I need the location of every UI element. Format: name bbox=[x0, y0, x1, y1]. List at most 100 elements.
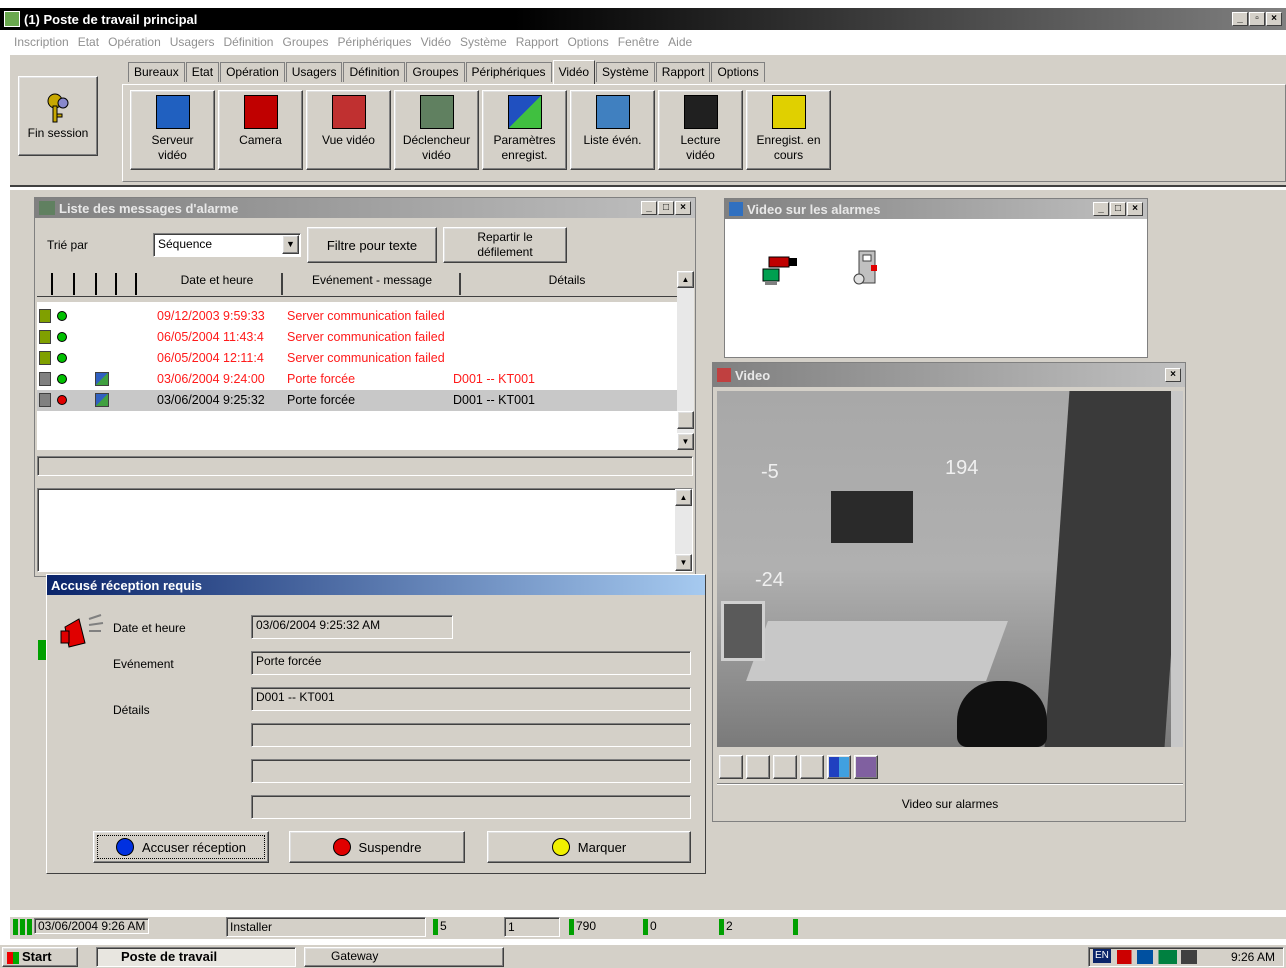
tab-5[interactable]: Groupes bbox=[406, 62, 465, 82]
layout-1-icon[interactable] bbox=[719, 755, 743, 779]
task-poste-de-travail[interactable]: Poste de travail bbox=[96, 947, 296, 967]
table-row[interactable]: 06/05/2004 11:43:4 Server communication f… bbox=[37, 327, 677, 348]
tab-8[interactable]: Système bbox=[596, 62, 655, 82]
column-header-details[interactable]: Détails bbox=[467, 273, 667, 287]
alarm-list-scrollbar[interactable]: ▲ ▼ bbox=[677, 271, 694, 450]
tab-6[interactable]: Périphériques bbox=[465, 62, 552, 82]
menu-item[interactable]: Opération bbox=[108, 35, 161, 49]
menu-item[interactable]: Rapport bbox=[516, 35, 559, 49]
menu-item[interactable]: Options bbox=[567, 35, 608, 49]
sort-select[interactable]: Séquence ▼ bbox=[153, 233, 301, 257]
toolbar-button-5[interactable]: Liste évén. bbox=[570, 90, 655, 170]
video-window-icon bbox=[717, 368, 731, 382]
tab-0[interactable]: Bureaux bbox=[128, 62, 185, 82]
table-row[interactable]: 06/05/2004 12:11:4 Server communication f… bbox=[37, 348, 677, 369]
layout-4-icon[interactable] bbox=[746, 755, 770, 779]
tab-10[interactable]: Options bbox=[711, 62, 765, 82]
alarm-list-minimize-button[interactable]: _ bbox=[641, 201, 657, 215]
person-icon[interactable] bbox=[854, 755, 878, 779]
menu-item[interactable]: Groupes bbox=[282, 35, 328, 49]
notes-scroll-down[interactable]: ▼ bbox=[675, 554, 692, 571]
column-header-datetime[interactable]: Date et heure bbox=[153, 273, 283, 295]
alarm-list-icon bbox=[39, 201, 55, 215]
video-scrollbar[interactable] bbox=[1171, 391, 1183, 747]
suspend-label: Suspendre bbox=[358, 839, 422, 855]
mark-label: Marquer bbox=[577, 839, 627, 855]
toolbar-label: Vue vidéo bbox=[322, 133, 375, 147]
alarm-list-close-button[interactable]: × bbox=[675, 201, 691, 215]
ack-date-value: 03/06/2004 9:25:32 AM bbox=[256, 618, 381, 632]
tab-2[interactable]: Opération bbox=[220, 62, 285, 82]
mark-button[interactable]: Marquer bbox=[487, 831, 691, 863]
suspend-button[interactable]: Suspendre bbox=[289, 831, 465, 863]
toolbar-button-1[interactable]: Camera bbox=[218, 90, 303, 170]
end-session-button[interactable]: Fin session bbox=[18, 76, 98, 156]
menu-item[interactable]: Système bbox=[460, 35, 507, 49]
ack-title-bar: Accusé réception requis bbox=[47, 575, 705, 595]
menu-item[interactable]: Définition bbox=[223, 35, 273, 49]
table-row[interactable]: 03/06/2004 9:24:00 Porte forcée D001 -- KT… bbox=[37, 369, 677, 390]
video-alarms-maximize-button[interactable]: □ bbox=[1110, 202, 1126, 216]
table-row[interactable]: 09/12/2003 9:59:33 Server communication f… bbox=[37, 306, 677, 327]
menu-item[interactable]: Inscription bbox=[14, 35, 69, 49]
toolbar-label: Lecture bbox=[680, 133, 721, 147]
toolbar-label: Serveur bbox=[151, 133, 194, 147]
notes-scroll-up[interactable]: ▲ bbox=[675, 489, 692, 506]
acknowledge-button[interactable]: Accuser réception bbox=[93, 831, 269, 863]
menu-item[interactable]: Périphériques bbox=[338, 35, 412, 49]
toolbar-label: cours bbox=[773, 148, 804, 162]
scroll-down-button[interactable]: ▼ bbox=[677, 433, 694, 450]
video-clip-icon[interactable] bbox=[95, 393, 109, 407]
toolbar-button-6[interactable]: Lecture vidéo bbox=[658, 90, 743, 170]
task-gateway[interactable]: Gateway bbox=[304, 947, 504, 967]
text-filter-button[interactable]: Filtre pour texte bbox=[307, 227, 437, 263]
scroll-thumb[interactable] bbox=[677, 411, 694, 429]
menu-item[interactable]: Usagers bbox=[170, 35, 215, 49]
layout-9-icon[interactable] bbox=[773, 755, 797, 779]
menu-item[interactable]: Etat bbox=[78, 35, 99, 49]
video-alarms-close-button[interactable]: × bbox=[1127, 202, 1143, 216]
tab-1[interactable]: Etat bbox=[185, 62, 220, 82]
minimize-button[interactable]: _ bbox=[1232, 12, 1248, 26]
toolbar-button-7[interactable]: Enregist. en cours bbox=[746, 90, 831, 170]
tab-9[interactable]: Rapport bbox=[655, 62, 711, 82]
event-list-icon bbox=[595, 95, 630, 129]
status-count-1-value: 5 bbox=[440, 919, 447, 933]
alarm-list-maximize-button[interactable]: □ bbox=[658, 201, 674, 215]
scroll-up-button[interactable]: ▲ bbox=[677, 271, 694, 288]
restore-button[interactable]: ▫ bbox=[1249, 12, 1265, 26]
layout-single-icon[interactable] bbox=[800, 755, 824, 779]
cell-datetime: 06/05/2004 12:11:4 bbox=[157, 351, 264, 365]
tab-7[interactable]: Vidéo bbox=[552, 60, 596, 84]
camera-monitor-icon[interactable] bbox=[761, 249, 801, 289]
start-button[interactable]: Start bbox=[2, 947, 78, 967]
menu-item[interactable]: Vidéo bbox=[421, 35, 451, 49]
table-row[interactable]: 03/06/2004 9:25:32 Porte forcée D001 -- KT… bbox=[37, 390, 677, 411]
toolbar-button-4[interactable]: Paramètres enregist. bbox=[482, 90, 567, 170]
ack-title: Accusé réception requis bbox=[51, 577, 202, 593]
close-button[interactable]: × bbox=[1266, 12, 1282, 26]
camera-icon bbox=[243, 95, 278, 129]
menu-item[interactable]: Fenêtre bbox=[618, 35, 659, 49]
notes-scrollbar[interactable]: ▲ ▼ bbox=[675, 489, 692, 571]
toolbar-button-3[interactable]: Déclencheur vidéo bbox=[394, 90, 479, 170]
toolbar-label: vidéo bbox=[158, 148, 187, 162]
video-layout-buttons bbox=[719, 755, 878, 779]
video-clip-icon[interactable] bbox=[95, 372, 109, 386]
language-indicator[interactable]: EN bbox=[1093, 949, 1111, 963]
alarm-notes-area[interactable]: ▲ ▼ bbox=[37, 488, 693, 572]
tray-icons[interactable] bbox=[1117, 950, 1197, 964]
door-device-icon[interactable] bbox=[849, 247, 885, 289]
alarm-list-header: Date et heure Evénement - message Détail… bbox=[37, 271, 677, 297]
cell-datetime: 03/06/2004 9:24:00 bbox=[157, 372, 265, 386]
menu-item[interactable]: Aide bbox=[668, 35, 692, 49]
video-alarms-minimize-button[interactable]: _ bbox=[1093, 202, 1109, 216]
toolbar-button-2[interactable]: Vue vidéo bbox=[306, 90, 391, 170]
restart-scroll-button[interactable]: Repartir le défilement bbox=[443, 227, 567, 263]
layout-grid-icon[interactable] bbox=[827, 755, 851, 779]
column-header-event[interactable]: Evénement - message bbox=[285, 273, 461, 295]
toolbar-button-0[interactable]: Serveur vidéo bbox=[130, 90, 215, 170]
tab-4[interactable]: Définition bbox=[343, 62, 406, 82]
tab-3[interactable]: Usagers bbox=[285, 62, 343, 82]
video-close-button[interactable]: × bbox=[1165, 368, 1181, 382]
